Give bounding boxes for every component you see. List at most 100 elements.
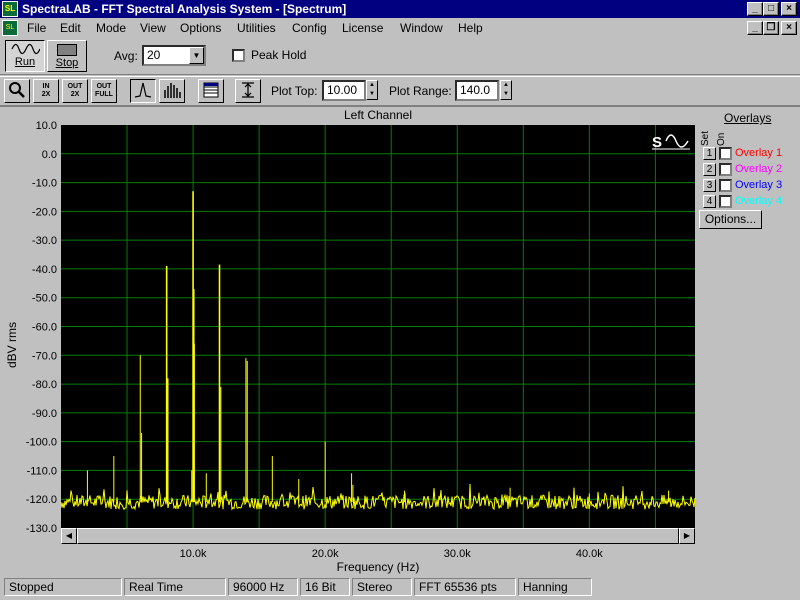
overlay-label: Overlay 1 bbox=[735, 147, 783, 159]
overlays-on-header: On bbox=[716, 132, 727, 146]
main-toolbar: Run Stop Avg: 20 ▼ Peak Hold bbox=[0, 38, 800, 75]
stop-label: Stop bbox=[55, 57, 79, 69]
table-icon bbox=[203, 82, 219, 98]
overlay-label: Overlay 4 bbox=[735, 195, 783, 207]
run-button[interactable]: Run bbox=[5, 40, 45, 72]
y-tick-label: -30.0 bbox=[32, 235, 57, 247]
svg-text:S: S bbox=[652, 134, 662, 151]
overlay-on-checkbox[interactable] bbox=[719, 195, 732, 208]
y-tick-label: -20.0 bbox=[32, 206, 57, 218]
y-tick-label: -100.0 bbox=[26, 437, 57, 449]
window-title: SpectraLAB - FFT Spectral Analysis Syste… bbox=[22, 2, 347, 16]
y-tick-label: -110.0 bbox=[27, 465, 57, 477]
avg-label: Avg: bbox=[114, 49, 138, 63]
zoom-out-top: OUT bbox=[67, 83, 83, 90]
status-channels: Stereo bbox=[352, 578, 412, 596]
overlay-set-button[interactable]: 4 bbox=[703, 195, 716, 208]
close-button[interactable]: × bbox=[781, 2, 797, 16]
x-tick-label: 20.0k bbox=[312, 548, 339, 560]
status-mode: Real Time bbox=[124, 578, 226, 596]
zoom-in-top: IN bbox=[42, 83, 50, 90]
x-tick-label: 10.0k bbox=[180, 548, 207, 560]
overlay-on-checkbox[interactable] bbox=[719, 163, 732, 176]
maximize-button[interactable]: □ bbox=[763, 2, 779, 16]
overlays-title: Overlays bbox=[724, 111, 772, 125]
scroll-left-button[interactable]: ◀ bbox=[61, 528, 77, 544]
status-sample-rate: 96000 Hz bbox=[228, 578, 298, 596]
scroll-thumb[interactable] bbox=[77, 528, 679, 544]
sine-wave-icon bbox=[11, 43, 40, 55]
zoom-full-button[interactable]: OUT FULL bbox=[91, 79, 117, 103]
minimize-button[interactable]: _ bbox=[747, 2, 763, 16]
table-view-button[interactable] bbox=[198, 79, 224, 103]
avg-select[interactable]: 20 ▼ bbox=[142, 45, 206, 66]
y-tick-label: -10.0 bbox=[32, 178, 57, 190]
overlay-set-button[interactable]: 3 bbox=[703, 179, 716, 192]
mdi-restore-button[interactable]: ❐ bbox=[763, 21, 779, 35]
menu-mode[interactable]: Mode bbox=[96, 21, 126, 35]
overlay-label: Overlay 3 bbox=[735, 179, 783, 191]
bar-plot-button[interactable] bbox=[159, 79, 185, 103]
overlay-options-button[interactable]: Options... bbox=[699, 210, 762, 229]
x-tick-label: 40.0k bbox=[576, 548, 603, 560]
stop-icon bbox=[57, 44, 77, 56]
title-bar: SL SpectraLAB - FFT Spectral Analysis Sy… bbox=[0, 0, 800, 18]
y-tick-label: -120.0 bbox=[26, 494, 57, 506]
spectrum-chart[interactable]: Left Channel 10.0 0.0 -10.0 -20.0 -30.0 -40.0… bbox=[0, 105, 800, 575]
plot-range-spinner[interactable]: ▲ ▼ bbox=[500, 80, 512, 100]
menu-options[interactable]: Options bbox=[180, 21, 221, 35]
menu-window[interactable]: Window bbox=[400, 21, 443, 35]
zoom-out-bottom: 2X bbox=[70, 91, 80, 98]
autoscale-button[interactable] bbox=[235, 79, 261, 103]
vertical-scale-icon bbox=[242, 82, 254, 98]
x-axis-label: Frequency (Hz) bbox=[337, 560, 420, 574]
x-tick-label: 30.0k bbox=[444, 548, 471, 560]
chevron-down-icon[interactable]: ▼ bbox=[189, 47, 204, 64]
magnifier-icon bbox=[9, 82, 25, 98]
status-run-state: Stopped bbox=[4, 578, 122, 596]
plot-range-label: Plot Range: bbox=[389, 84, 452, 98]
plot-range-input[interactable]: 140.0 bbox=[455, 80, 499, 101]
zoom-out-button[interactable]: OUT 2X bbox=[62, 79, 88, 103]
menu-utilities[interactable]: Utilities bbox=[237, 21, 276, 35]
y-tick-label: -70.0 bbox=[32, 350, 57, 362]
overlay-label: Overlay 2 bbox=[735, 163, 783, 175]
mdi-minimize-button[interactable]: _ bbox=[747, 21, 763, 35]
plot-top-spinner[interactable]: ▲ ▼ bbox=[366, 80, 378, 100]
zoom-in-button[interactable]: IN 2X bbox=[33, 79, 59, 103]
y-tick-label: -130.0 bbox=[26, 523, 57, 535]
plot-toolbar: IN 2X OUT 2X OUT FULL Plot Top: 10.00 ▲ ▼… bbox=[0, 76, 800, 105]
app-icon[interactable]: SL bbox=[2, 1, 18, 17]
y-tick-label: 0.0 bbox=[42, 149, 57, 161]
peak-hold-checkbox[interactable] bbox=[232, 49, 245, 62]
plot-top-input[interactable]: 10.00 bbox=[322, 80, 366, 101]
stop-button[interactable]: Stop bbox=[47, 40, 87, 72]
mdi-close-button[interactable]: × bbox=[781, 21, 797, 35]
scroll-right-button[interactable]: ▶ bbox=[679, 528, 695, 544]
overlay-set-button[interactable]: 2 bbox=[703, 163, 716, 176]
y-tick-label: -60.0 bbox=[32, 322, 57, 334]
status-window: Hanning bbox=[518, 578, 592, 596]
menu-config[interactable]: Config bbox=[292, 21, 327, 35]
menu-file[interactable]: File bbox=[27, 21, 46, 35]
magnifier-button[interactable] bbox=[4, 79, 30, 103]
zoom-full-bottom: FULL bbox=[95, 91, 113, 98]
status-fft-size: FFT 65536 pts bbox=[414, 578, 516, 596]
menu-license[interactable]: License bbox=[342, 21, 383, 35]
line-plot-button[interactable] bbox=[130, 79, 156, 103]
run-label: Run bbox=[14, 56, 36, 68]
menu-view[interactable]: View bbox=[140, 21, 166, 35]
chart-title: Left Channel bbox=[344, 108, 412, 122]
document-icon[interactable]: SL bbox=[2, 20, 18, 36]
menu-edit[interactable]: Edit bbox=[60, 21, 81, 35]
horizontal-scrollbar[interactable]: ◀ ▶ bbox=[61, 528, 695, 544]
menu-bar: SL File Edit Mode View Options Utilities… bbox=[0, 18, 800, 38]
overlay-on-checkbox[interactable] bbox=[719, 179, 732, 192]
status-bit-depth: 16 Bit bbox=[300, 578, 350, 596]
overlay-set-button[interactable]: 1 bbox=[703, 147, 716, 160]
menu-help[interactable]: Help bbox=[458, 21, 483, 35]
y-tick-label: -50.0 bbox=[32, 293, 57, 305]
zoom-full-top: OUT bbox=[96, 83, 112, 90]
overlay-on-checkbox[interactable] bbox=[719, 147, 732, 160]
line-plot-icon bbox=[134, 82, 152, 98]
